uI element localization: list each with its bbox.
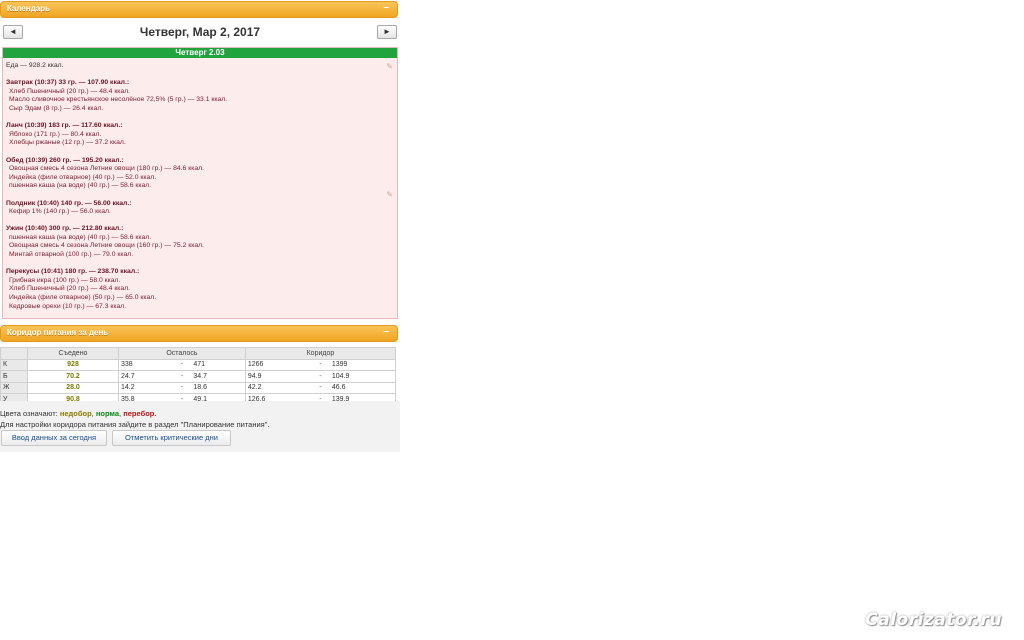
eaten-value: 928 <box>27 358 119 371</box>
food-item: Овощная смесь 4 сезона Летние овощи (180… <box>9 165 204 173</box>
table-header-corridor: Коридор <box>244 347 397 360</box>
next-day-button[interactable]: ► <box>377 25 397 39</box>
range-dash: - <box>310 358 330 371</box>
range-dash: - <box>172 381 192 394</box>
left-min-value: 338 <box>118 358 173 371</box>
table-header-empty <box>0 347 28 360</box>
range-dash: - <box>310 370 330 383</box>
food-item: пшенная каша (на воде) (40 гр.) — 58.6 к… <box>9 233 152 241</box>
calendar-header: Календарь – <box>0 1 398 18</box>
corridor-title: Коридор питания за день <box>7 328 109 337</box>
corridor-max-value: 104.9 <box>329 370 396 383</box>
legend-prefix: Цвета означают: <box>0 409 58 418</box>
corridor-header: Коридор питания за день – <box>0 325 398 342</box>
meal-heading: Обед (10:39) 260 гр. — 195.20 ккал.: <box>6 156 124 164</box>
eaten-value: 28.0 <box>27 381 119 394</box>
table-row: Ж 28.0 14.2-18.6 42.2-46.6 <box>0 381 396 394</box>
left-max-value: 471 <box>191 358 246 371</box>
table-header-row: Съедено Осталось Коридор <box>0 347 397 360</box>
calendar-date: Четверг, Мар 2, 2017 <box>139 25 261 39</box>
meal-heading: Ланч (10:39) 183 гр. — 117.60 ккал.: <box>6 122 123 130</box>
food-item: Кедровые орехи (10 гр.) — 67.3 ккал. <box>9 302 127 310</box>
corridor-table: Съедено Осталось Коридор К 928 338-471 1266… <box>0 347 397 406</box>
food-item: Хлебцы ржаные (12 гр.) — 37.2 ккал. <box>9 139 126 147</box>
food-item: Кефир 1% (140 гр.) — 56.0 ккал. <box>9 208 111 216</box>
food-item: Индейка (филе отварное) (50 гр.) — 65.0 … <box>9 294 157 302</box>
food-item: Масло сливочное крестьянское несолёное 7… <box>9 96 228 104</box>
row-label: Б <box>0 370 28 383</box>
table-row: К 928 338-471 1266-1399 <box>0 358 396 371</box>
enter-today-data-button[interactable]: Ввод данных за сегодня <box>1 430 107 446</box>
meal-heading: Ужин (10:40) 300 гр. — 212.80 ккал.: <box>6 225 124 233</box>
corridor-min-value: 94.9 <box>244 370 311 383</box>
corridor-min-value: 1266 <box>244 358 311 371</box>
corridor-hint: Для настройки коридора питания зайдите в… <box>0 420 270 429</box>
left-min-value: 24.7 <box>118 370 173 383</box>
corridor-max-value: 46.6 <box>329 381 396 394</box>
food-item: Сыр Эдам (8 гр.) — 26.4 ккал. <box>9 104 104 112</box>
left-min-value: 14.2 <box>118 381 173 394</box>
meal-heading: Перекусы (10:41) 180 гр. — 238.70 ккал.: <box>6 268 140 276</box>
legend-over: перебор. <box>123 409 157 418</box>
range-dash: - <box>172 370 192 383</box>
corridor-min-value: 42.2 <box>244 381 311 394</box>
collapse-calendar-button[interactable]: – <box>383 2 389 13</box>
range-dash: - <box>172 358 192 371</box>
food-item: Индейка (филе отварное) (40 гр.) — 52.0 … <box>9 173 157 181</box>
eaten-value: 70.2 <box>27 370 119 383</box>
corridor-max-value: 1399 <box>329 358 396 371</box>
food-item: Хлеб Пшеничный (20 гр.) — 48.4 ккал. <box>9 87 131 95</box>
food-item: Хлеб Пшеничный (20 гр.) — 48.4 ккал. <box>9 285 131 293</box>
food-item: Овощная смесь 4 сезона Летние овощи (160… <box>9 242 204 250</box>
table-header-left: Осталось <box>118 347 246 360</box>
color-legend: Цвета означают: недобор, норма, перебор. <box>0 409 157 418</box>
left-max-value: 34.7 <box>191 370 246 383</box>
row-label: Ж <box>0 381 28 394</box>
table-header-eaten: Съедено <box>27 347 119 360</box>
watermark: Calorizator.ru <box>865 610 1002 630</box>
pencil-icon[interactable]: ✎ <box>386 62 393 71</box>
food-total: Еда — 928.2 ккал. <box>6 62 64 69</box>
day-food-list: Еда — 928.2 ккал. Завтрак (10:37) 33 гр. … <box>6 62 386 311</box>
legend-under: недобор <box>59 409 92 418</box>
table-row: Б 70.2 24.7-34.7 94.9-104.9 <box>0 370 396 383</box>
legend-norm: норма <box>95 409 120 418</box>
meal-heading: Полдник (10:40) 140 гр. — 56.00 ккал.: <box>6 199 132 207</box>
food-item: пшенная каша (на воде) (40 гр.) — 58.6 к… <box>9 182 152 190</box>
left-max-value: 18.6 <box>191 381 246 394</box>
collapse-corridor-button[interactable]: – <box>383 326 389 337</box>
range-dash: - <box>310 381 330 394</box>
day-entry-box: Четверг 2.03 ✎ ✎ Еда — 928.2 ккал. Завтра… <box>2 47 398 319</box>
meal-heading: Завтрак (10:37) 33 гр. — 107.90 ккал.: <box>6 79 130 87</box>
row-label: К <box>0 358 28 371</box>
pencil-icon[interactable]: ✎ <box>386 190 393 199</box>
food-item: Минтай отварной (100 гр.) — 79.0 ккал. <box>9 251 134 259</box>
day-bar[interactable]: Четверг 2.03 <box>3 48 397 58</box>
mark-critical-days-button[interactable]: Отметить критические дни <box>112 430 231 446</box>
calendar-title: Календарь <box>7 4 51 13</box>
